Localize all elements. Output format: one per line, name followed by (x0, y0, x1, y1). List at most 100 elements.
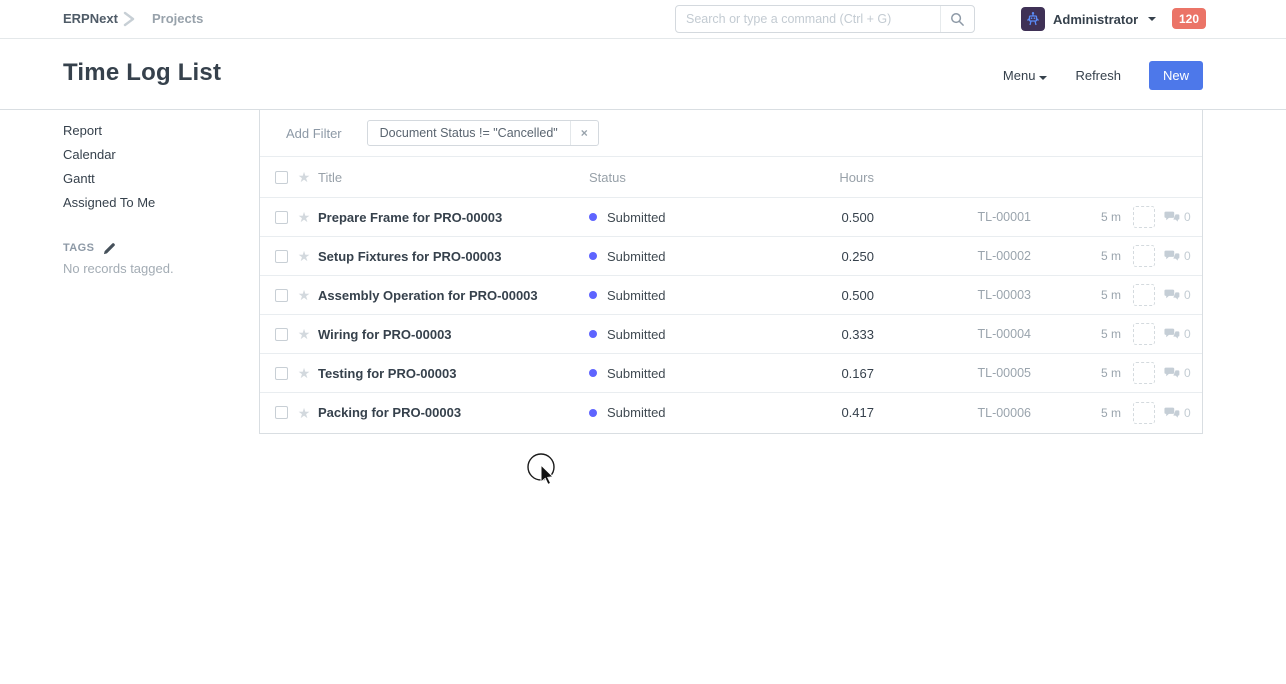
status-dot (589, 252, 597, 260)
row-id[interactable]: TL-00004 (874, 327, 1031, 341)
list-sidebar: Report Calendar Gantt Assigned To Me TAG… (63, 119, 243, 276)
status-dot (589, 330, 597, 338)
row-id[interactable]: TL-00006 (874, 406, 1031, 420)
column-title: Title (318, 170, 589, 185)
row-id[interactable]: TL-00005 (874, 366, 1031, 380)
table-row: ★ Assembly Operation for PRO-00003 Submi… (260, 276, 1202, 315)
status-label: Submitted (607, 405, 666, 420)
sidebar-item-calendar[interactable]: Calendar (63, 143, 243, 167)
app-root: ERPNext Projects (0, 0, 1286, 684)
tags-empty-text: No records tagged. (63, 261, 243, 276)
tags-section: TAGS (63, 238, 243, 258)
page-header: Time Log List Menu Refresh New (0, 39, 1286, 110)
comment-count: 0 (1164, 210, 1191, 224)
row-title-link[interactable]: Prepare Frame for PRO-00003 (318, 210, 589, 225)
edit-pencil-icon[interactable] (103, 242, 116, 255)
table-row: ★ Packing for PRO-00003 Submitted 0.417 … (260, 393, 1202, 432)
mouse-cursor (526, 452, 570, 496)
filter-chip-label[interactable]: Document Status != "Cancelled" (368, 121, 570, 145)
row-checkbox[interactable] (275, 367, 288, 380)
row-checkbox[interactable] (275, 328, 288, 341)
assignee-placeholder (1133, 362, 1155, 384)
search-input[interactable] (676, 6, 940, 32)
status-dot (589, 213, 597, 221)
timelog-list: Add Filter Document Status != "Cancelled… (259, 110, 1203, 434)
table-row: ★ Prepare Frame for PRO-00003 Submitted … (260, 198, 1202, 237)
tags-heading: TAGS (63, 242, 94, 254)
comment-count: 0 (1164, 406, 1191, 420)
user-menu[interactable]: Administrator (1021, 7, 1156, 31)
status-label: Submitted (607, 249, 666, 264)
row-checkbox[interactable] (275, 289, 288, 302)
row-modified: 5 m (1031, 406, 1121, 420)
comment-icon (1164, 288, 1180, 302)
row-modified: 5 m (1031, 327, 1121, 341)
add-filter-button[interactable]: Add Filter (286, 126, 342, 141)
row-title-link[interactable]: Wiring for PRO-00003 (318, 327, 589, 342)
row-id[interactable]: TL-00002 (874, 249, 1031, 263)
notification-badge[interactable]: 120 (1172, 8, 1206, 29)
sidebar-item-gantt[interactable]: Gantt (63, 167, 243, 191)
assignee-placeholder (1133, 206, 1155, 228)
caret-down-icon (1148, 17, 1156, 21)
star-icon[interactable]: ★ (296, 288, 312, 302)
breadcrumb-app[interactable]: ERPNext (63, 11, 118, 26)
filter-remove-icon[interactable]: × (570, 121, 598, 145)
row-modified: 5 m (1031, 366, 1121, 380)
sidebar-item-report[interactable]: Report (63, 119, 243, 143)
global-search (675, 5, 975, 33)
row-checkbox[interactable] (275, 406, 288, 419)
comment-count-value: 0 (1184, 366, 1191, 380)
refresh-button[interactable]: Refresh (1075, 68, 1121, 83)
assignee-placeholder (1133, 402, 1155, 424)
comment-count: 0 (1164, 249, 1191, 263)
status-label: Submitted (607, 288, 666, 303)
table-row: ★ Setup Fixtures for PRO-00003 Submitted… (260, 237, 1202, 276)
star-icon[interactable]: ★ (296, 366, 312, 380)
page-actions: Menu Refresh New (1003, 61, 1203, 90)
assignee-placeholder (1133, 323, 1155, 345)
menu-button[interactable]: Menu (1003, 68, 1048, 83)
column-status: Status (589, 170, 760, 185)
star-icon[interactable]: ★ (296, 170, 312, 184)
new-button[interactable]: New (1149, 61, 1203, 90)
row-hours: 0.250 (760, 249, 874, 264)
filter-chip: Document Status != "Cancelled" × (367, 120, 599, 146)
row-status: Submitted (589, 366, 760, 381)
star-icon[interactable]: ★ (296, 406, 312, 420)
row-modified: 5 m (1031, 210, 1121, 224)
user-avatar (1021, 7, 1045, 31)
row-title-link[interactable]: Packing for PRO-00003 (318, 405, 589, 420)
chevron-right-icon (122, 11, 136, 27)
row-status: Submitted (589, 288, 760, 303)
row-hours: 0.417 (760, 405, 874, 420)
row-modified: 5 m (1031, 249, 1121, 263)
row-title-link[interactable]: Assembly Operation for PRO-00003 (318, 288, 589, 303)
row-status: Submitted (589, 327, 760, 342)
row-checkbox[interactable] (275, 211, 288, 224)
breadcrumb-module[interactable]: Projects (152, 11, 203, 26)
select-all-checkbox[interactable] (275, 171, 288, 184)
row-status: Submitted (589, 405, 760, 420)
assignee-placeholder (1133, 245, 1155, 267)
robot-icon (1025, 11, 1041, 27)
filter-area: Add Filter Document Status != "Cancelled… (260, 110, 1202, 157)
row-id[interactable]: TL-00001 (874, 210, 1031, 224)
comment-icon (1164, 327, 1180, 341)
row-title-link[interactable]: Testing for PRO-00003 (318, 366, 589, 381)
page-title: Time Log List (63, 59, 221, 87)
search-icon[interactable] (940, 6, 974, 32)
row-checkbox[interactable] (275, 250, 288, 263)
sidebar-item-assigned-to-me[interactable]: Assigned To Me (63, 191, 243, 215)
row-modified: 5 m (1031, 288, 1121, 302)
star-icon[interactable]: ★ (296, 327, 312, 341)
comment-count: 0 (1164, 327, 1191, 341)
row-title-link[interactable]: Setup Fixtures for PRO-00003 (318, 249, 589, 264)
star-icon[interactable]: ★ (296, 249, 312, 263)
star-icon[interactable]: ★ (296, 210, 312, 224)
navbar: ERPNext Projects (0, 0, 1286, 39)
caret-down-icon (1039, 76, 1047, 80)
row-hours: 0.167 (760, 366, 874, 381)
comment-count-value: 0 (1184, 288, 1191, 302)
row-id[interactable]: TL-00003 (874, 288, 1031, 302)
